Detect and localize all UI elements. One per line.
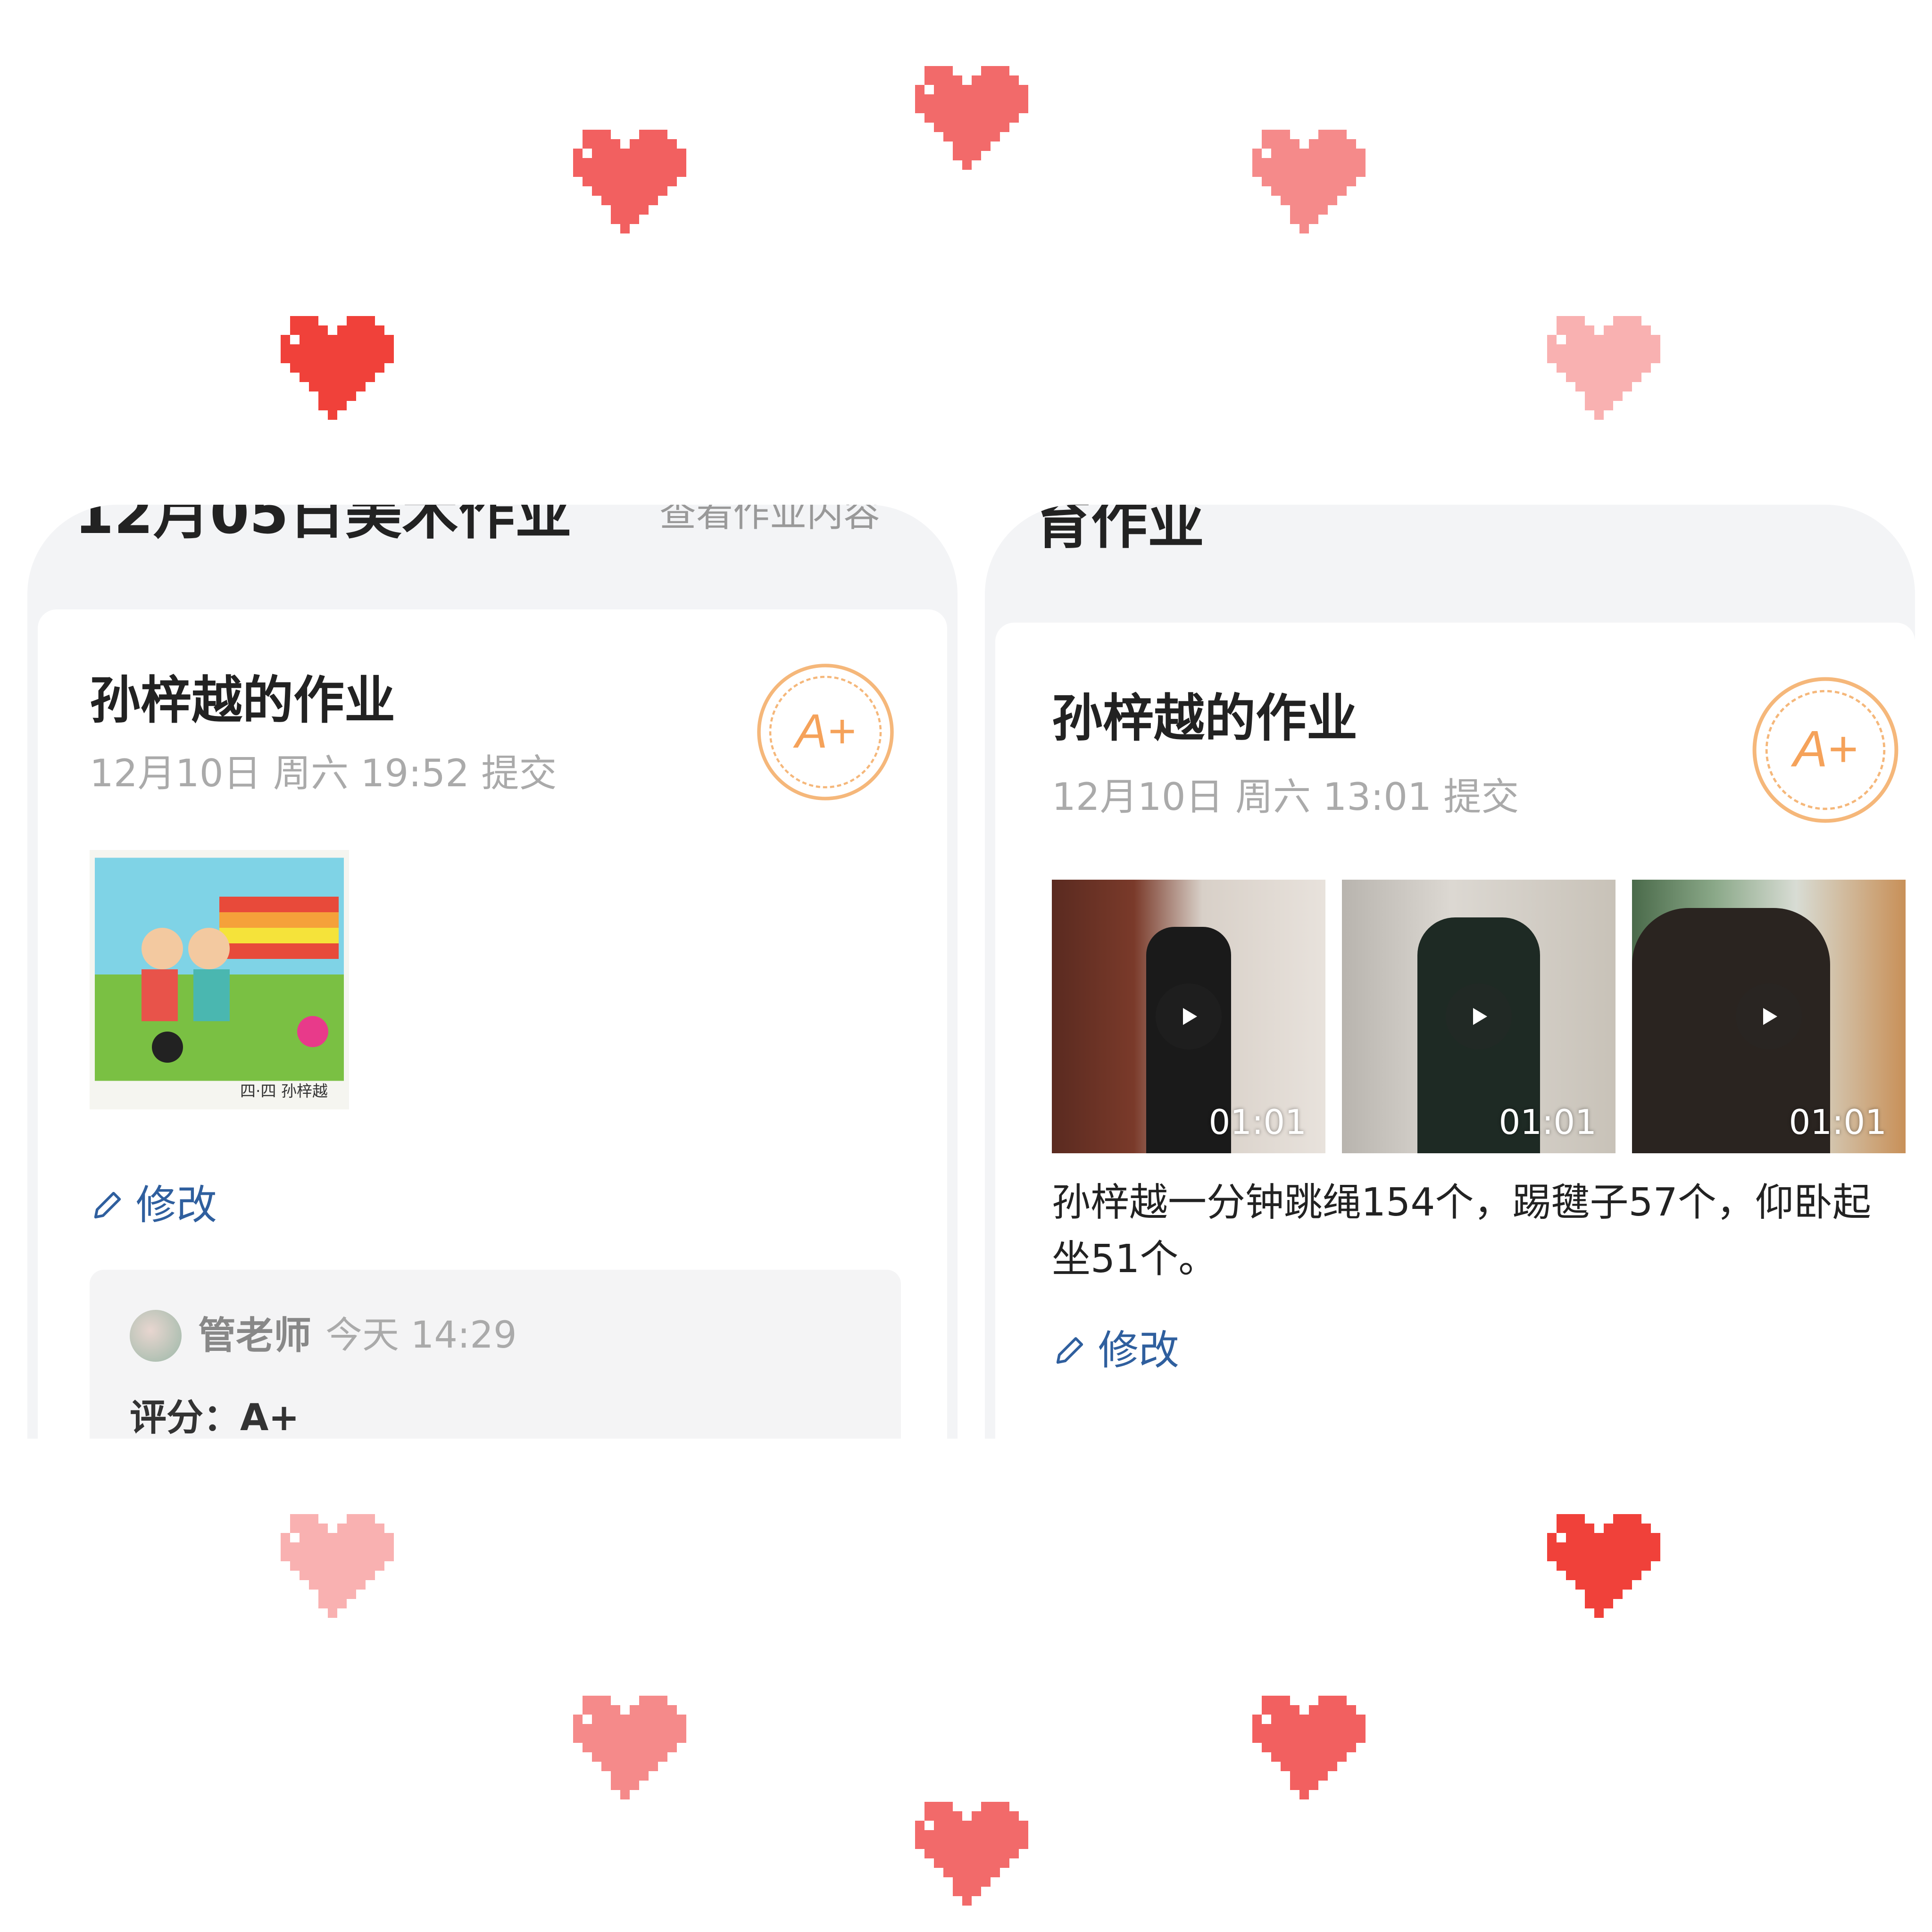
- edit-button[interactable]: 修改: [1052, 1330, 1179, 1371]
- submission-card: 孙梓越的作业 12月10日 周六 13:01 提交 A+ 01:01 01:01…: [995, 623, 1915, 1439]
- teacher-name: 管老师: [198, 1314, 311, 1357]
- left-screenshot-panel: 12月05日美术作业 查看作业内容 孙梓越的作业 12月10日 周六 19:52…: [27, 505, 958, 1439]
- heart-icon: [906, 57, 1028, 170]
- video-duration: 01:01: [1208, 1102, 1307, 1142]
- assignment-header-title: 育作业: [1034, 505, 1204, 556]
- submission-description: 孙梓越一分钟跳绳154个，踢毽子57个，仰卧起坐51个。: [1052, 1180, 1871, 1282]
- video-duration: 01:01: [1499, 1102, 1597, 1142]
- video-thumbnail[interactable]: 01:01: [1052, 880, 1325, 1153]
- edit-button[interactable]: 修改: [90, 1185, 217, 1225]
- score-label: 评分：: [130, 1397, 241, 1439]
- edit-button-label: 修改: [1098, 1327, 1179, 1374]
- heart-icon: [906, 1792, 1028, 1906]
- grade-stamp-text: A+: [1790, 721, 1857, 778]
- video-thumbnail[interactable]: 01:01: [1632, 880, 1906, 1153]
- score-line: 评分：A+: [130, 1399, 300, 1436]
- assignment-header-title: 12月05日美术作业: [75, 505, 572, 547]
- grade-stamp-icon: A+: [1750, 675, 1901, 825]
- submission-time: 12月10日 周六 19:52 提交: [90, 751, 557, 795]
- grade-stamp-text: A+: [792, 704, 856, 758]
- heart-icon: [564, 120, 686, 233]
- edit-button-label: 修改: [136, 1182, 217, 1229]
- play-icon: [1446, 983, 1512, 1049]
- teacher-avatar: [130, 1310, 182, 1362]
- grade-stamp-icon: A+: [755, 661, 896, 803]
- submission-title: 孙梓越的作业: [1052, 689, 1358, 748]
- play-icon: [1736, 983, 1802, 1049]
- svg-text:四·四 孙梓越: 四·四 孙梓越: [240, 1082, 328, 1100]
- heart-icon: [564, 1686, 686, 1799]
- score-value: A+: [240, 1397, 300, 1439]
- heart-icon: [271, 1505, 394, 1618]
- artwork-image[interactable]: 四·四 孙梓越: [90, 850, 349, 1109]
- pencil-icon: [1056, 1337, 1083, 1364]
- view-assignment-link[interactable]: 查看作业内容: [659, 505, 880, 532]
- heart-icon: [1243, 1686, 1366, 1799]
- heart-icon: [271, 307, 394, 420]
- teacher-comment: 管老师 今天 14:29 评分：A+: [90, 1270, 901, 1439]
- submission-time: 12月10日 周六 13:01 提交: [1052, 775, 1519, 819]
- comment-time: 今天 14:29: [325, 1314, 517, 1357]
- pencil-icon: [94, 1191, 121, 1219]
- video-duration: 01:01: [1789, 1102, 1887, 1142]
- heart-icon: [1538, 1505, 1660, 1618]
- submission-title: 孙梓越的作业: [90, 671, 396, 730]
- heart-icon: [1243, 120, 1366, 233]
- play-icon: [1156, 983, 1222, 1049]
- heart-icon: [1538, 307, 1660, 420]
- video-thumbnail[interactable]: 01:01: [1342, 880, 1616, 1153]
- right-screenshot-panel: 育作业 孙梓越的作业 12月10日 周六 13:01 提交 A+ 01:01 0…: [985, 505, 1915, 1439]
- submission-card: 孙梓越的作业 12月10日 周六 19:52 提交 A+ 四·四 孙梓越 修改 …: [38, 609, 947, 1439]
